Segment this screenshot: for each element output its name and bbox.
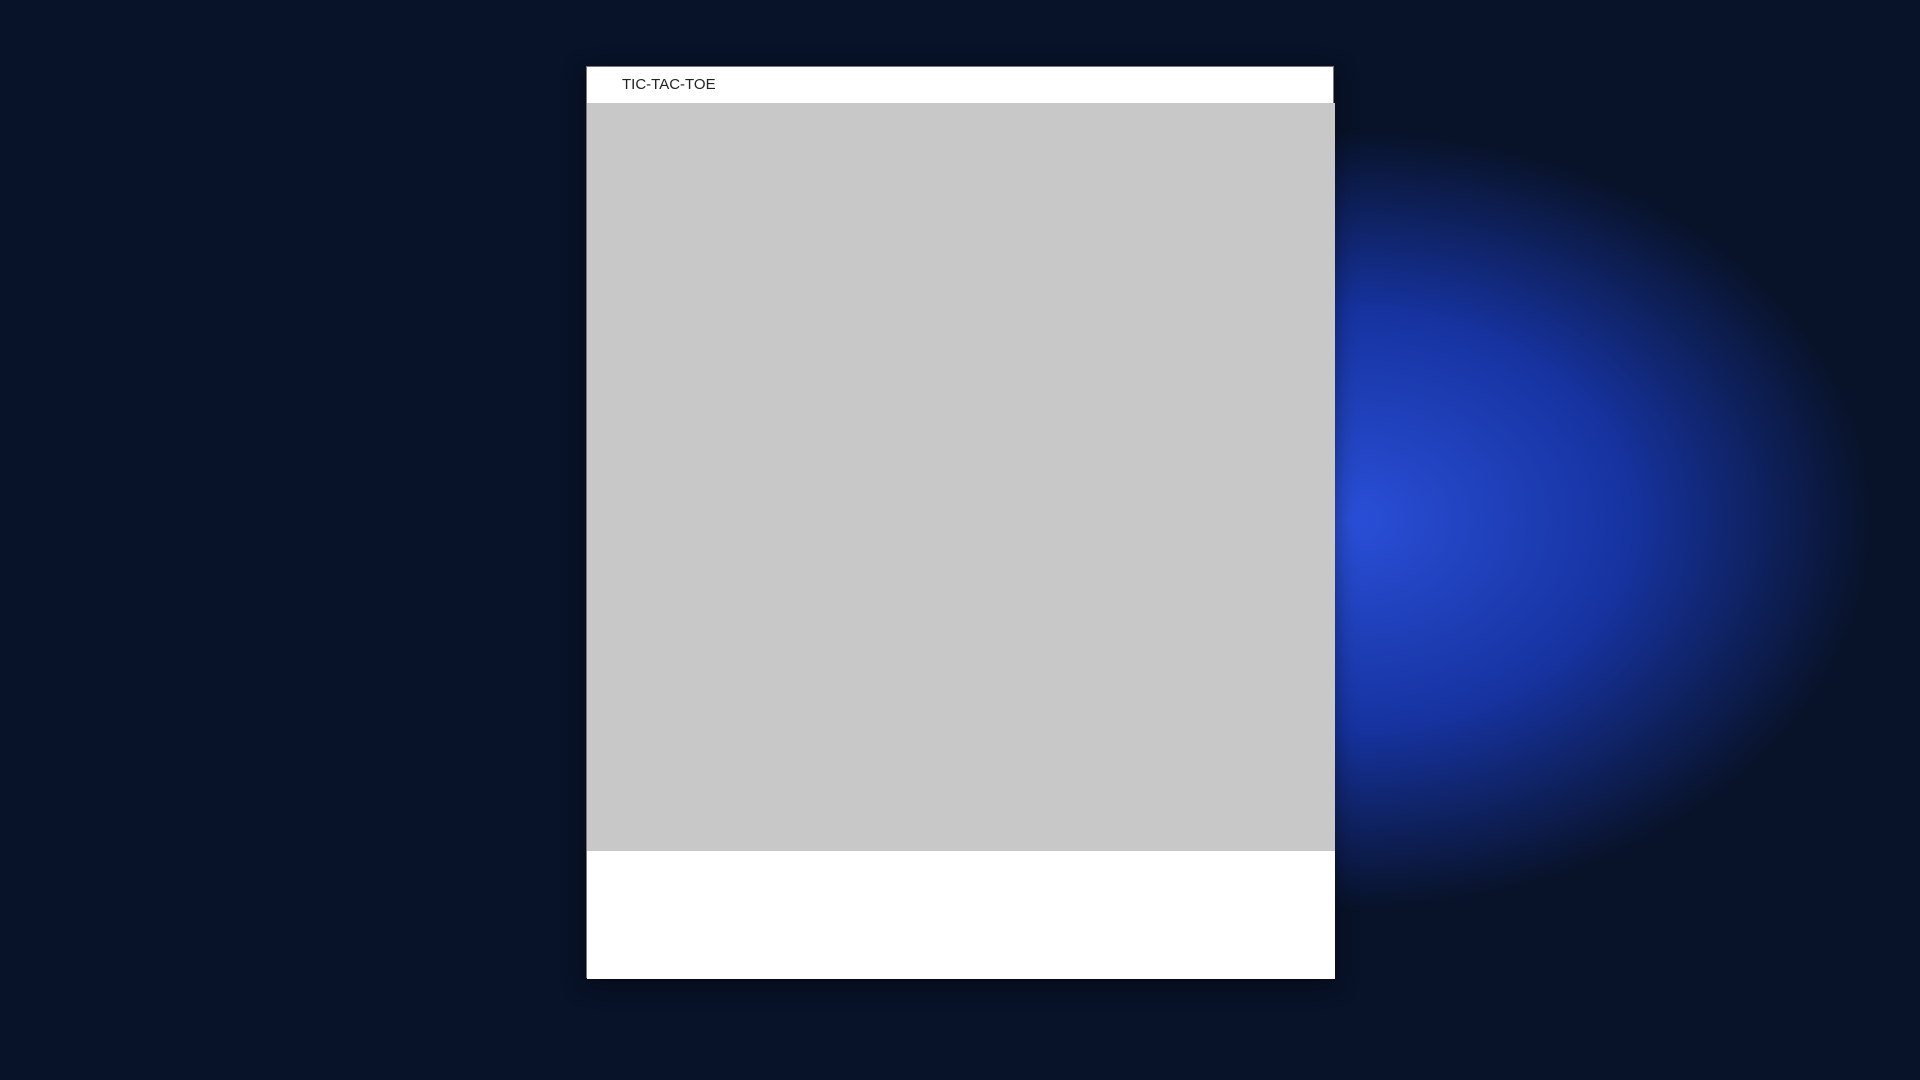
status-area bbox=[587, 851, 1335, 979]
game-window: TIC-TAC-TOE bbox=[586, 66, 1335, 979]
game-board bbox=[587, 103, 1335, 851]
window-titlebar[interactable]: TIC-TAC-TOE bbox=[587, 67, 1333, 103]
window-title: TIC-TAC-TOE bbox=[622, 76, 716, 93]
